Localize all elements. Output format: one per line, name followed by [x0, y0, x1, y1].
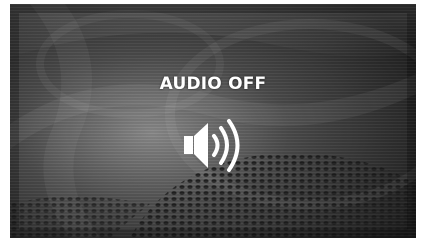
audio-status-screen: AUDIO OFF [10, 4, 416, 238]
audio-status-title: AUDIO OFF [159, 74, 267, 94]
display-frame: AUDIO OFF [0, 0, 424, 243]
speaker-icon [184, 119, 240, 172]
